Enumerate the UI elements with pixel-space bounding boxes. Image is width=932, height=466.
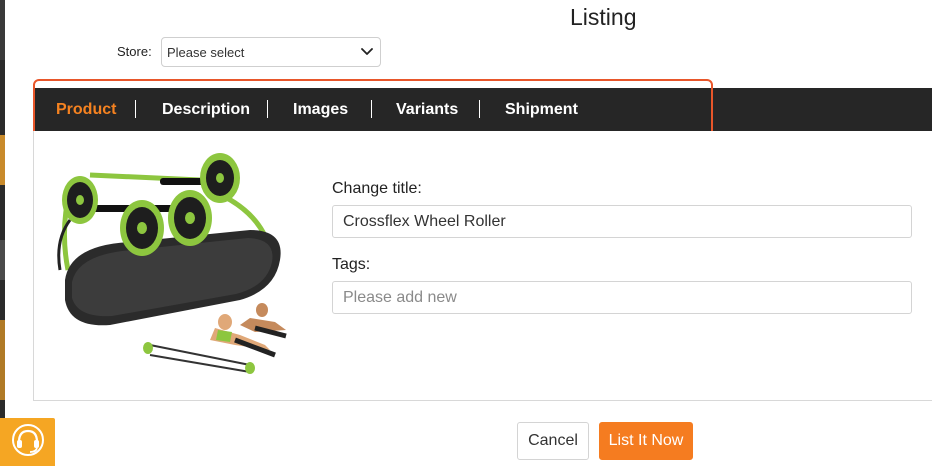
product-image	[50, 150, 290, 382]
listing-page: Listing Store: Please select Product Des…	[0, 0, 932, 466]
list-it-now-button[interactable]: List It Now	[599, 422, 693, 460]
chevron-down-icon	[359, 44, 375, 60]
store-select-value: Please select	[167, 44, 245, 60]
store-select[interactable]: Please select	[161, 37, 381, 67]
background-edge-strip	[0, 0, 5, 466]
page-title: Listing	[570, 4, 637, 30]
tab-separator	[267, 100, 268, 118]
tags-input[interactable]: Please add new	[332, 281, 912, 314]
tab-variants[interactable]: Variants	[396, 88, 458, 131]
tags-field-label: Tags:	[332, 256, 371, 273]
store-label: Store:	[117, 44, 152, 59]
title-field-label: Change title:	[332, 180, 422, 197]
tab-bar: Product Description Images Variants Ship…	[33, 88, 932, 131]
cancel-button[interactable]: Cancel	[517, 422, 589, 460]
tab-separator	[371, 100, 372, 118]
headset-support-icon	[10, 422, 46, 463]
support-chat-button[interactable]	[0, 418, 55, 466]
tab-shipment[interactable]: Shipment	[505, 88, 578, 131]
tab-separator	[135, 100, 136, 118]
title-input[interactable]: Crossflex Wheel Roller	[332, 205, 912, 238]
tab-images[interactable]: Images	[293, 88, 348, 131]
tab-product[interactable]: Product	[56, 88, 116, 131]
tab-description[interactable]: Description	[162, 88, 250, 131]
tab-separator	[479, 100, 480, 118]
